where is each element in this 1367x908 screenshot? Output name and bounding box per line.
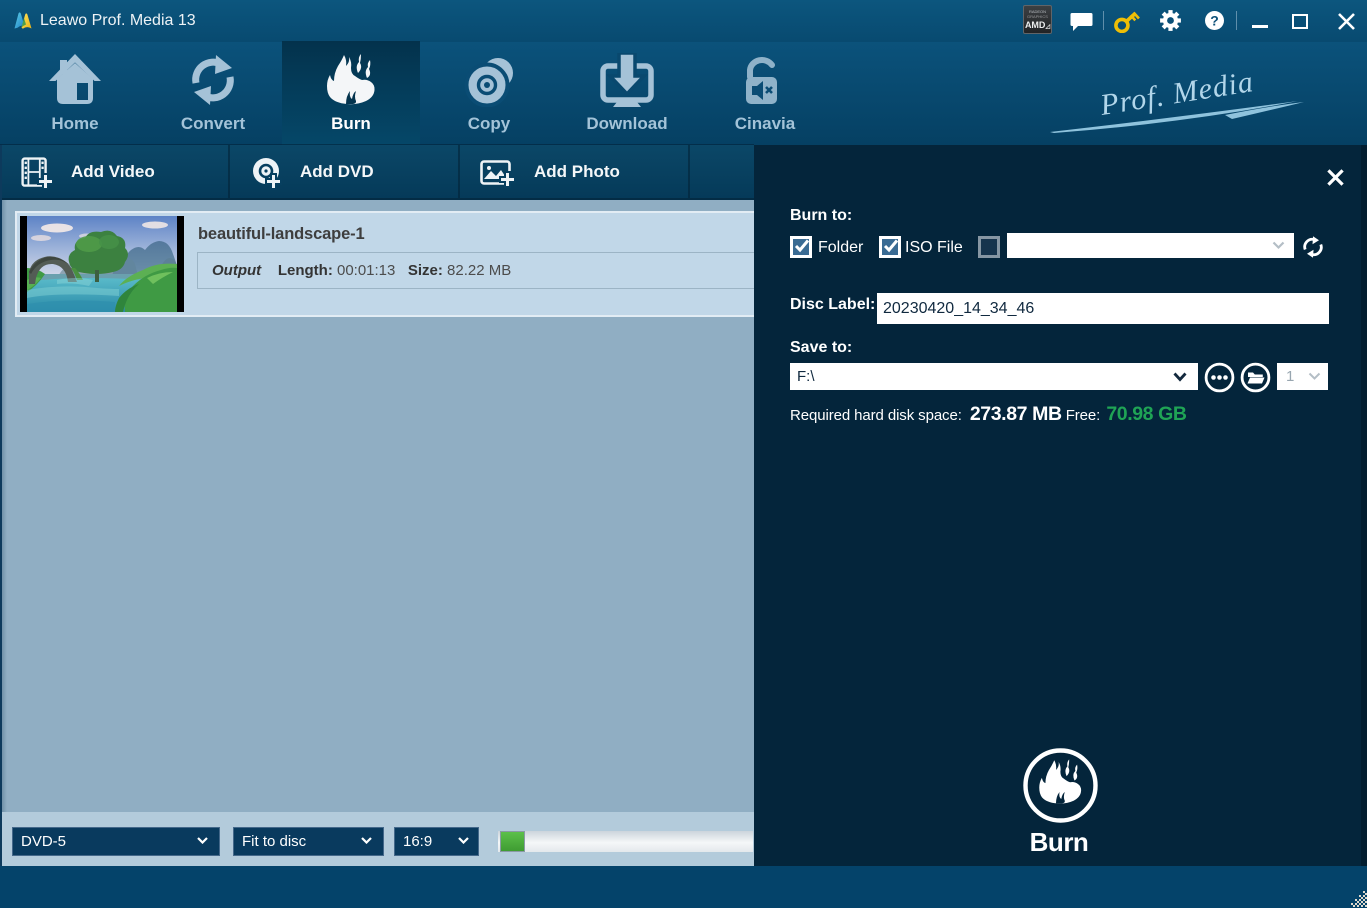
svg-text:?: ? (1210, 12, 1219, 28)
svg-text:Prof. Media: Prof. Media (1097, 65, 1256, 122)
